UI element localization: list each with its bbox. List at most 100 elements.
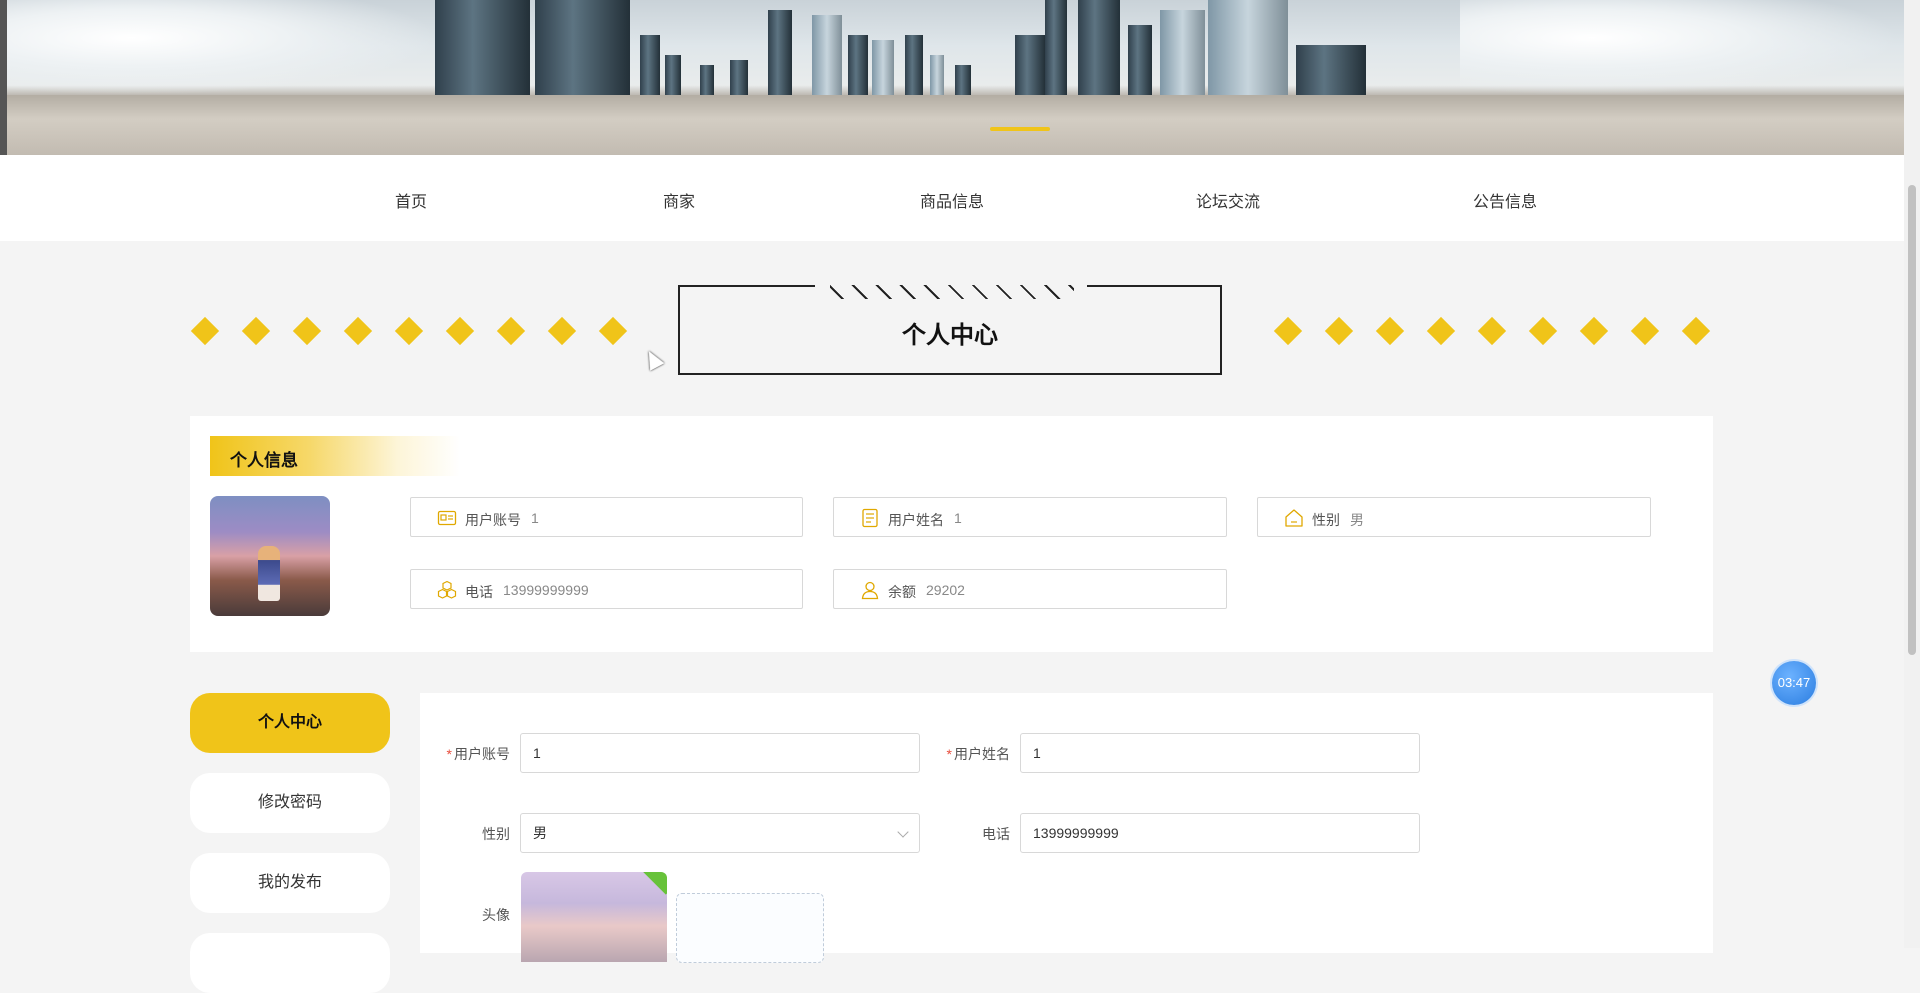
diamond-icon [1528, 316, 1558, 346]
gender-select[interactable]: 男 [520, 813, 920, 853]
chevron-down-icon [897, 826, 909, 838]
banner-building [872, 40, 894, 95]
banner-image [0, 0, 1904, 155]
banner-building [700, 65, 714, 95]
phone-label: 电话 [982, 826, 1010, 842]
sidebar-item-profile[interactable]: 个人中心 [190, 693, 390, 753]
banner-building [812, 15, 842, 95]
name-input[interactable]: 1 [1020, 733, 1420, 773]
avatar-upload-preview[interactable] [521, 872, 667, 962]
user-icon [861, 581, 879, 600]
sidebar-item-change-password[interactable]: 修改密码 [190, 773, 390, 833]
banner-edge [0, 0, 7, 155]
diamond-icon [1477, 316, 1507, 346]
diamond-icon [1426, 316, 1456, 346]
info-field-account: 用户账号 1 [410, 497, 803, 537]
carousel-indicator[interactable] [990, 127, 1050, 131]
timer-badge[interactable]: 03:47 [1772, 661, 1816, 705]
banner-ground [0, 95, 1904, 155]
diamond-icon [394, 316, 424, 346]
phone-input[interactable]: 13999999999 [1020, 813, 1420, 853]
diamond-icon [598, 316, 628, 346]
main-nav: 首页 商家 商品信息 论坛交流 公告信息 [0, 155, 1904, 241]
diamond-icon [445, 316, 475, 346]
banner-building [730, 60, 748, 95]
avatar-upload-button[interactable] [676, 893, 824, 963]
info-field-value: 男 [1350, 512, 1364, 528]
personal-info-title: 个人信息 [230, 451, 298, 470]
banner-building [1045, 0, 1067, 95]
info-field-label: 用户账号 [465, 512, 521, 528]
banner-building [955, 65, 971, 95]
nav-item-notices[interactable]: 公告信息 [1473, 188, 1537, 212]
info-field-label: 性别 [1312, 512, 1340, 528]
diamond-icon [1681, 316, 1711, 346]
id-card-icon [437, 510, 457, 526]
personal-info-card: 个人信息 用户账号 1 用户姓名 1 性别 男 电话 13999999999 余… [190, 416, 1713, 652]
banner-clouds [1460, 0, 1900, 95]
banner-building [768, 10, 792, 95]
cubes-icon [437, 580, 457, 599]
banner-building [1296, 45, 1366, 95]
mouse-cursor-icon [641, 347, 665, 371]
diamond-icon [1273, 316, 1303, 346]
banner-building [535, 0, 630, 95]
page-title: 个人中心 [902, 322, 998, 349]
info-field-value: 13999999999 [503, 582, 589, 598]
diamond-icon [1630, 316, 1660, 346]
banner-building [1208, 0, 1288, 95]
banner-building [665, 55, 681, 95]
info-field-balance: 余额 29202 [833, 569, 1227, 609]
diamond-icon [1324, 316, 1354, 346]
banner-building [1128, 25, 1152, 95]
banner-building [1160, 10, 1205, 95]
avatar-figure [258, 546, 280, 601]
info-field-label: 电话 [465, 584, 493, 600]
info-field-phone: 电话 13999999999 [410, 569, 803, 609]
info-field-value: 1 [531, 510, 539, 526]
info-field-label: 用户姓名 [888, 512, 944, 528]
diamond-icon [343, 316, 373, 346]
avatar-label: 头像 [482, 907, 510, 923]
account-input[interactable]: 1 [520, 733, 920, 773]
diamond-icon [190, 316, 220, 346]
info-field-value: 1 [954, 510, 962, 526]
banner-clouds [0, 0, 440, 95]
diamond-icon [1579, 316, 1609, 346]
nav-item-products[interactable]: 商品信息 [920, 188, 984, 212]
document-icon [862, 508, 878, 528]
banner-building [1015, 35, 1045, 95]
gender-select-value: 男 [533, 825, 547, 841]
personal-info-header: 个人信息 [210, 436, 460, 476]
name-label: * 用户姓名 [946, 746, 1010, 762]
info-field-name: 用户姓名 1 [833, 497, 1227, 537]
home-icon [1285, 509, 1303, 527]
info-field-gender: 性别 男 [1257, 497, 1651, 537]
banner-building [905, 35, 923, 95]
banner-building [640, 35, 660, 95]
required-mark: * [946, 746, 952, 762]
diamond-icon [292, 316, 322, 346]
required-mark: * [446, 746, 452, 762]
gender-label: 性别 [482, 826, 510, 842]
scrollbar[interactable] [1904, 0, 1920, 948]
sidebar-item-more[interactable] [190, 933, 390, 993]
diamond-icon [241, 316, 271, 346]
check-icon [640, 872, 667, 895]
diamond-icon [496, 316, 526, 346]
nav-item-home[interactable]: 首页 [395, 188, 427, 212]
account-label: * 用户账号 [446, 746, 510, 762]
banner-building [435, 0, 530, 95]
page-title-hatch [830, 285, 1074, 299]
banner-building [1078, 0, 1120, 95]
info-field-value: 29202 [926, 582, 965, 598]
banner-building [848, 35, 868, 95]
nav-item-forum[interactable]: 论坛交流 [1196, 188, 1260, 212]
diamond-icon [547, 316, 577, 346]
info-field-label: 余额 [888, 584, 916, 600]
scrollbar-thumb[interactable] [1908, 185, 1916, 655]
banner-building [930, 55, 944, 95]
diamond-icon [1375, 316, 1405, 346]
nav-item-merchants[interactable]: 商家 [663, 188, 695, 212]
sidebar-item-my-posts[interactable]: 我的发布 [190, 853, 390, 913]
